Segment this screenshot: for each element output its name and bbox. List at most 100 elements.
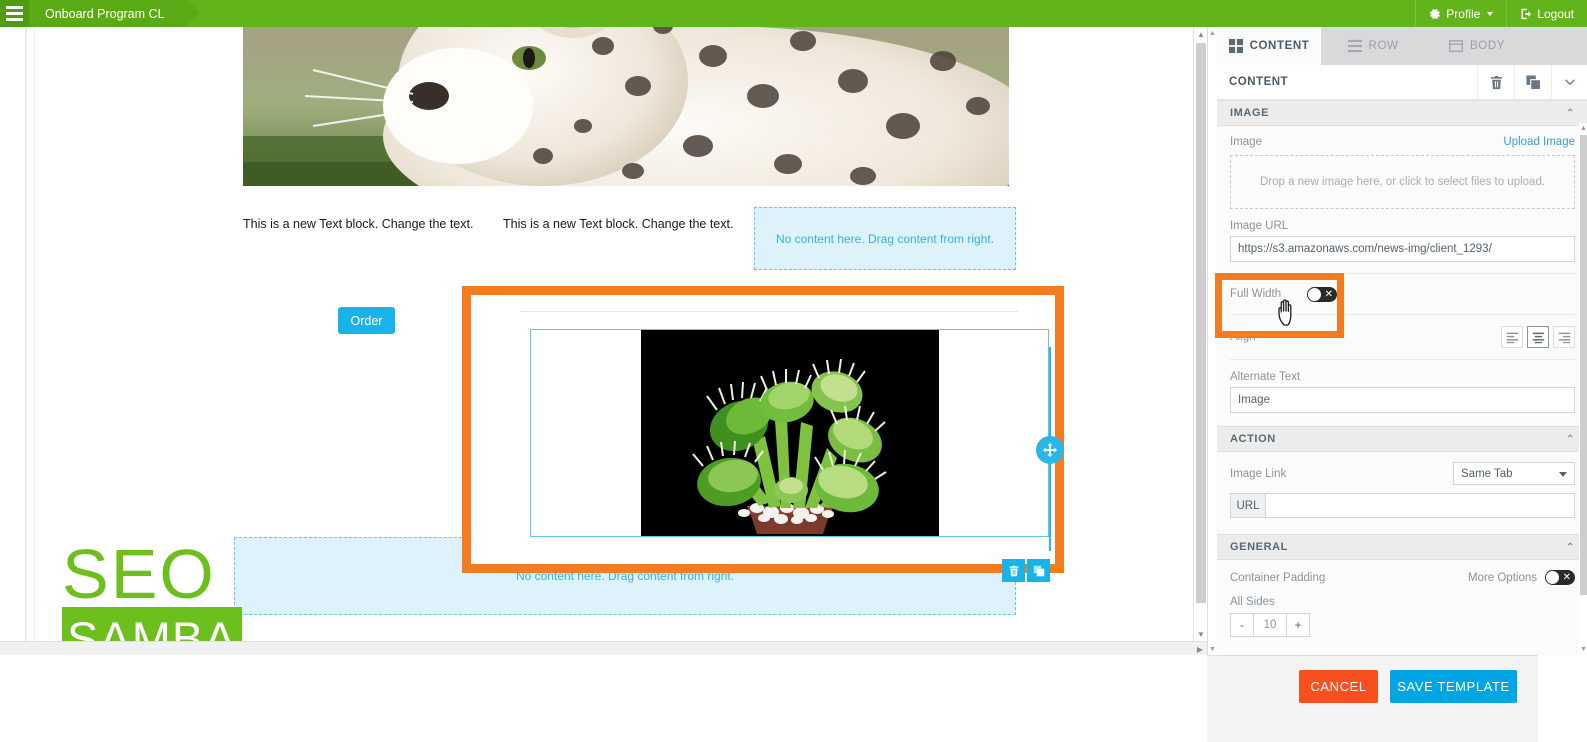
properties-panel: ▲ ▼ CONTENT ROW BODY CONTENT IMAGE ⌃ Ima… (1207, 27, 1587, 742)
logo-text-seo: SEO (62, 535, 216, 613)
alternate-text-input[interactable] (1230, 387, 1575, 413)
venus-flytrap-photo (640, 330, 939, 536)
tab-body[interactable]: BODY (1425, 27, 1529, 65)
more-options-toggle[interactable]: ✕ (1545, 570, 1575, 585)
order-button[interactable]: Order (338, 307, 395, 334)
full-width-row: Full Width ✕ (1230, 285, 1575, 303)
email-template-canvas[interactable]: This is a new Text block. Change the tex… (0, 27, 1207, 655)
scrollbar-thumb[interactable] (1580, 135, 1587, 595)
image-element[interactable] (530, 329, 1049, 537)
section-title-image: IMAGE (1230, 107, 1270, 119)
more-options-label: More Options (1467, 571, 1537, 584)
tab-row[interactable]: ROW (1321, 27, 1425, 65)
section-title-general: GENERAL (1230, 541, 1288, 553)
divider (1230, 273, 1575, 274)
move-icon[interactable] (1036, 436, 1064, 464)
selected-image-block[interactable] (471, 295, 1055, 564)
panel-inner-scrollbar[interactable]: ▲ ▼ (1579, 123, 1587, 655)
text-block[interactable]: This is a new Text block. Change the tex… (243, 217, 473, 231)
duplicate-icon[interactable] (1514, 65, 1551, 99)
scroll-up-icon[interactable]: ▲ (1208, 27, 1217, 39)
panel-footer: CANCEL SAVE TEMPLATE (1207, 655, 1587, 742)
divider (1230, 359, 1575, 360)
scroll-right-icon[interactable]: ▶ (1193, 642, 1207, 655)
save-template-button[interactable]: SAVE TEMPLATE (1390, 670, 1517, 703)
image-label: Image (1230, 136, 1262, 148)
align-center-icon[interactable] (1527, 326, 1549, 348)
scroll-up-icon[interactable]: ▲ (1194, 27, 1207, 41)
logout-button[interactable]: Logout (1506, 0, 1587, 27)
canvas-guide-line (25, 27, 27, 655)
panel-content: CONTENT IMAGE ⌃ Image Upload Image Drop … (1217, 65, 1587, 655)
cancel-button[interactable]: CANCEL (1299, 670, 1378, 703)
body-icon (1449, 40, 1463, 52)
logout-icon (1521, 8, 1532, 19)
align-left-icon[interactable] (1501, 326, 1523, 348)
divider (1207, 655, 1587, 656)
profile-label: Profile (1446, 6, 1481, 21)
panel-outer-scrollbar[interactable]: ▲ ▼ (1208, 27, 1217, 655)
general-section-body: Container Padding More Options ✕ All Sid… (1217, 560, 1587, 641)
breadcrumb[interactable]: Onboard Program CL (29, 0, 199, 27)
container-padding-row: Container Padding More Options ✕ (1230, 570, 1575, 585)
canvas-bottom-area (0, 655, 1207, 742)
panel-section-title: CONTENT (1229, 76, 1289, 88)
tab-content[interactable]: CONTENT (1217, 27, 1321, 65)
action-url-input[interactable] (1266, 493, 1575, 518)
scrollbar-thumb[interactable] (1196, 43, 1206, 603)
align-right-icon[interactable] (1553, 326, 1575, 348)
scroll-up-icon[interactable]: ▲ (1579, 123, 1587, 134)
scroll-down-icon[interactable]: ▼ (1579, 644, 1587, 655)
divider (1230, 314, 1575, 315)
divider (521, 311, 1018, 312)
action-url-row: URL (1230, 493, 1575, 518)
text-block[interactable]: This is a new Text block. Change the tex… (503, 217, 733, 231)
dropzone-label: No content here. Drag content from right… (775, 231, 995, 246)
tab-content-label: CONTENT (1249, 40, 1310, 52)
tab-row-label: ROW (1368, 40, 1399, 52)
empty-content-dropzone[interactable]: No content here. Drag content from right… (754, 207, 1016, 270)
save-button-label: SAVE TEMPLATE (1397, 679, 1510, 694)
chevron-up-icon: ⌃ (1566, 107, 1575, 119)
hero-image-block[interactable] (243, 27, 1009, 186)
full-width-label: Full Width (1230, 288, 1282, 300)
url-label: URL (1230, 493, 1266, 518)
hamburger-menu-icon[interactable] (0, 0, 29, 27)
tabs-filler (1529, 27, 1587, 65)
align-button-group (1501, 326, 1575, 348)
scroll-down-icon[interactable]: ▼ (1208, 643, 1217, 655)
image-url-label: Image URL (1230, 220, 1289, 232)
upload-image-link[interactable]: Upload Image (1503, 136, 1575, 148)
tab-body-label: BODY (1470, 40, 1505, 52)
image-url-input[interactable] (1230, 236, 1575, 262)
full-width-toggle[interactable]: ✕ (1307, 286, 1337, 302)
dropzone-label: No content here. Drag content from right… (515, 569, 735, 583)
section-header-general[interactable]: GENERAL ⌃ (1217, 534, 1587, 560)
trash-icon[interactable] (1477, 65, 1514, 99)
breadcrumb-label: Onboard Program CL (45, 6, 165, 21)
image-link-label: Image Link (1230, 467, 1287, 480)
padding-value[interactable]: 10 (1254, 613, 1286, 637)
profile-menu-button[interactable]: Profile (1415, 0, 1506, 27)
chevron-up-icon: ⌃ (1566, 541, 1575, 553)
trash-icon[interactable] (1002, 559, 1025, 582)
section-header-action[interactable]: ACTION ⌃ (1217, 426, 1587, 452)
block-action-toolbar[interactable] (1002, 559, 1050, 582)
padding-increase-button[interactable]: + (1286, 613, 1310, 637)
image-section-body: Image Upload Image Drop a new image here… (1217, 126, 1587, 426)
template-body[interactable]: This is a new Text block. Change the tex… (34, 27, 1200, 655)
gear-icon (1430, 8, 1441, 19)
chevron-up-icon: ⌃ (1566, 433, 1575, 445)
all-sides-label: All Sides (1230, 596, 1275, 608)
section-header-image[interactable]: IMAGE ⌃ (1217, 100, 1587, 126)
image-upload-dropzone[interactable]: Drop a new image here, or click to selec… (1230, 155, 1575, 209)
canvas-horizontal-scrollbar[interactable]: ▶ (0, 641, 1207, 655)
padding-decrease-button[interactable]: - (1230, 613, 1254, 637)
scroll-down-icon[interactable]: ▼ (1194, 627, 1207, 641)
duplicate-icon[interactable] (1027, 559, 1050, 582)
image-link-select[interactable]: Same Tab (1453, 462, 1575, 485)
chevron-down-icon[interactable] (1551, 65, 1587, 99)
canvas-vertical-scrollbar[interactable]: ▲ ▼ (1193, 27, 1207, 655)
image-upload-row: Image Upload Image (1230, 136, 1575, 148)
panel-tabs: CONTENT ROW BODY (1217, 27, 1529, 65)
